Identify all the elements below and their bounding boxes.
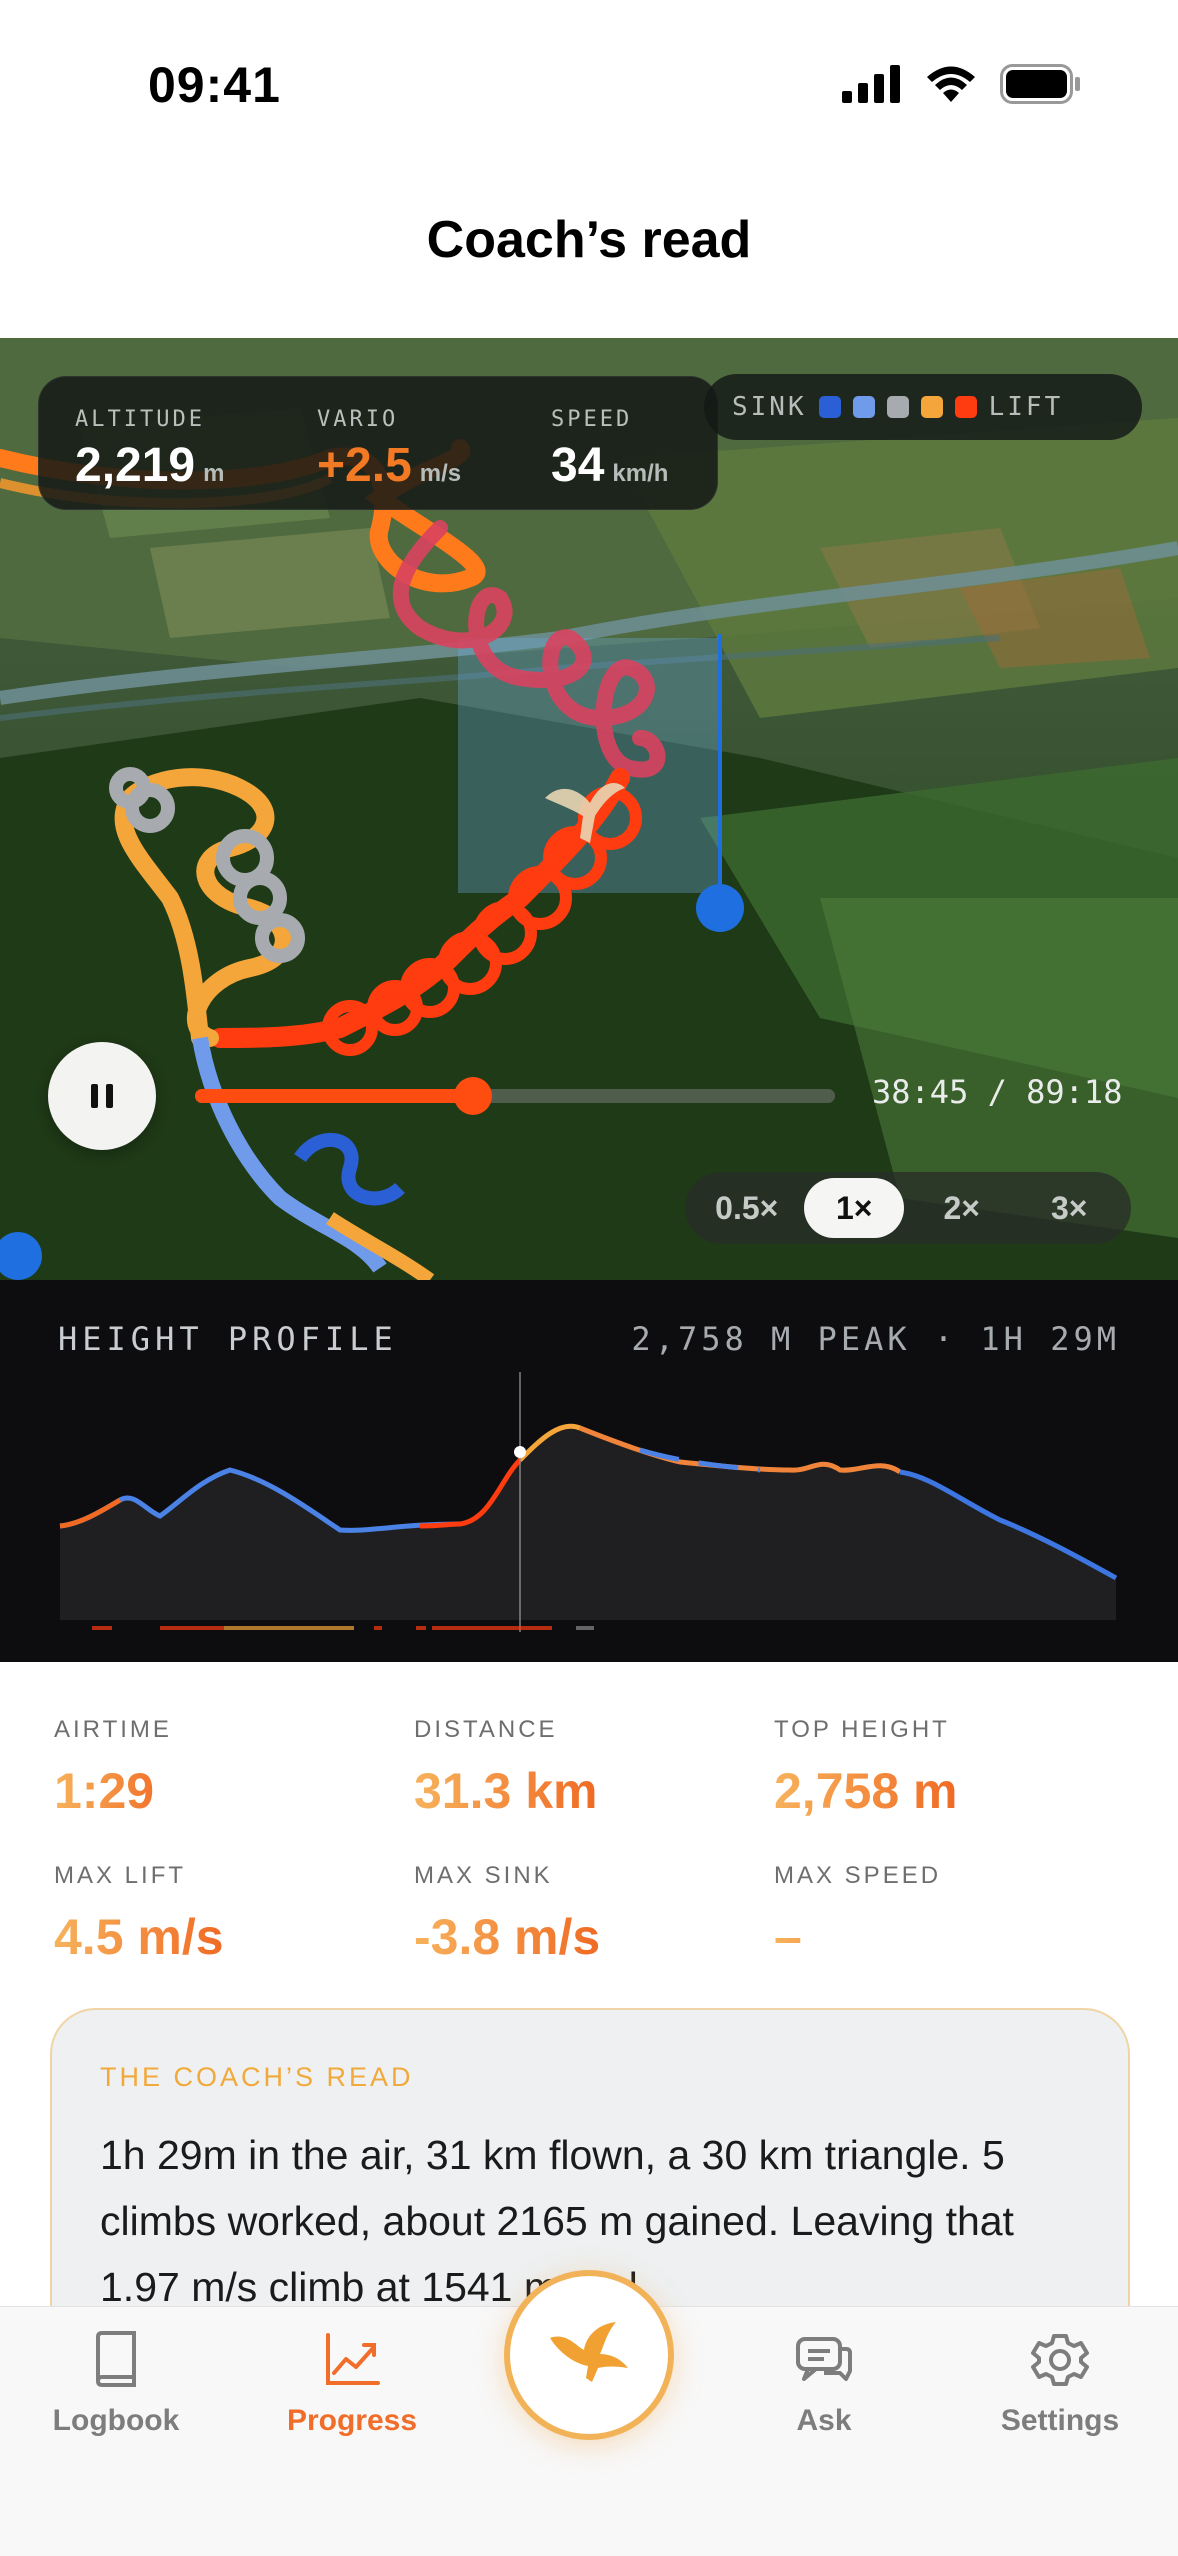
chat-icon <box>796 2337 852 2381</box>
status-icons <box>842 64 1082 104</box>
legend-swatch <box>920 396 943 418</box>
legend-swatch <box>818 396 841 418</box>
hud-vario: VARIO +2.5 m/s <box>317 407 462 492</box>
legend-swatch <box>954 396 977 418</box>
signal-icon <box>842 65 900 103</box>
scrubber-progress <box>195 1089 474 1103</box>
coach-label: THE COACH’S READ <box>100 2062 414 2092</box>
stat-distance: DISTANCE 31.3 km <box>414 1716 598 1819</box>
eagle-icon <box>550 2322 628 2382</box>
tab-ask[interactable]: Ask <box>724 2331 924 2438</box>
stat-max-sink: MAX SINK -3.8 m/s <box>414 1862 601 1965</box>
speed-unit: km/h <box>612 460 669 487</box>
playback-scrubber[interactable] <box>195 1077 835 1115</box>
speed-option-1x[interactable]: 1× <box>804 1178 905 1238</box>
stat-top-height: TOP HEIGHT 2,758 m <box>774 1716 958 1819</box>
center-eagle-button[interactable] <box>504 2270 674 2440</box>
book-icon <box>96 2331 136 2387</box>
stat-max-speed: MAX SPEED – <box>774 1862 942 1965</box>
gear-icon <box>1031 2334 1089 2386</box>
status-time: 09:41 <box>148 57 281 113</box>
stat-max-lift: MAX LIFT 4.5 m/s <box>54 1862 224 1965</box>
battery-icon <box>1000 64 1080 104</box>
chart-icon <box>326 2333 380 2385</box>
playback-speed-selector: 0.5× 1× 2× 3× <box>685 1172 1131 1244</box>
hud-altitude: ALTITUDE 2,219 m <box>75 407 225 492</box>
tab-settings[interactable]: Settings <box>960 2331 1160 2438</box>
wifi-icon <box>927 66 975 102</box>
vario-legend: SINK LIFT <box>704 374 1142 440</box>
page-title: Coach’s read <box>426 211 752 269</box>
hud-speed: SPEED 34 km/h <box>551 407 669 492</box>
altitude-value: 2,219 <box>75 439 196 492</box>
tab-progress[interactable]: Progress <box>252 2331 452 2438</box>
speed-option-2x[interactable]: 2× <box>912 1178 1012 1238</box>
speed-option-0-5x[interactable]: 0.5× <box>697 1178 797 1238</box>
flight-hud: ALTITUDE 2,219 m VARIO +2.5 m/s SPEED 34 km… <box>38 376 718 510</box>
speed-option-3x[interactable]: 3× <box>1019 1178 1119 1238</box>
pause-icon <box>91 1084 113 1108</box>
height-profile[interactable]: HEIGHT PROFILE 2,758 M PEAK · 1H 29M <box>0 1280 1178 1662</box>
height-profile-chart <box>59 1372 1118 1632</box>
legend-sink-label: SINK <box>732 392 807 422</box>
status-bar: 09:41 <box>0 0 1178 150</box>
vario-value: +2.5 <box>317 439 412 492</box>
flight-stats: AIRTIME 1:29 DISTANCE 31.3 km TOP HEIGHT… <box>0 1662 1178 2002</box>
pause-button[interactable] <box>48 1042 156 1150</box>
legend-swatch <box>852 396 875 418</box>
tab-logbook[interactable]: Logbook <box>16 2331 216 2438</box>
speed-value: 34 <box>551 439 605 492</box>
vario-unit: m/s <box>419 460 462 487</box>
altitude-unit: m <box>203 460 225 487</box>
legend-swatch <box>886 396 909 418</box>
stat-airtime: AIRTIME 1:29 <box>54 1716 172 1819</box>
playback-time: 38:45 / 89:18 <box>872 1073 1123 1111</box>
legend-lift-label: LIFT <box>988 392 1064 422</box>
